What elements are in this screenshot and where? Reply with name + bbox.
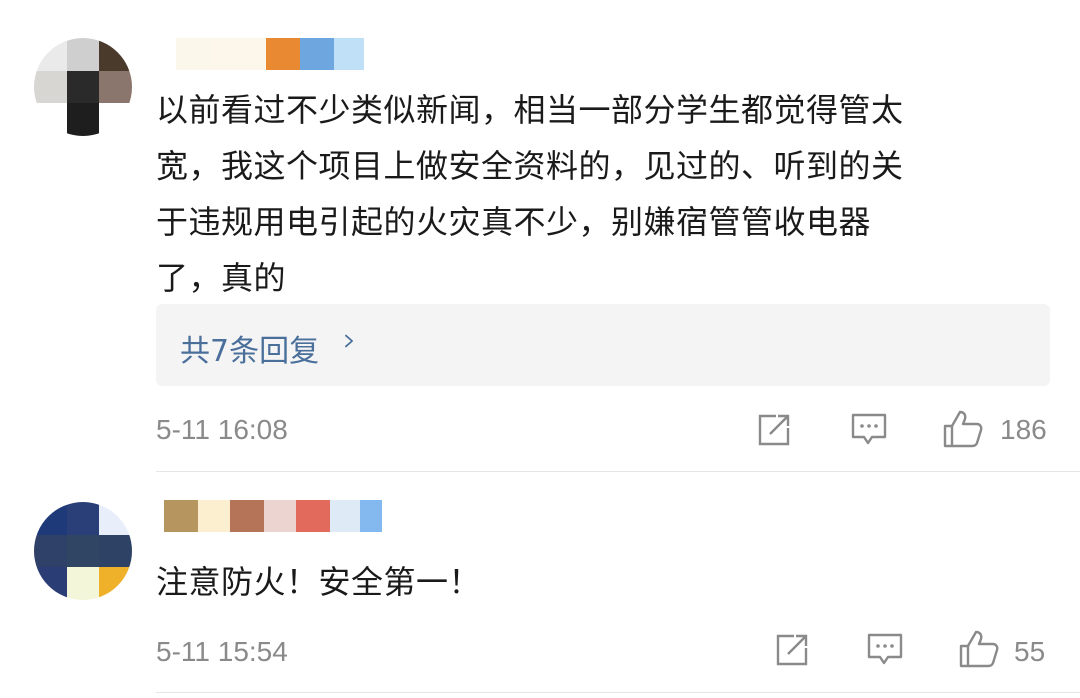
comment-text: 以前看过不少类似新闻，相当一部分学生都觉得管太 宽，我这个项目上做安全资料的，见…	[156, 82, 904, 306]
avatar[interactable]	[34, 38, 132, 136]
like-count: 55	[1014, 636, 1046, 667]
replies-label: 共7条回复	[180, 334, 320, 369]
comment-item: 以前看过不少类似新闻，相当一部分学生都觉得管太 宽，我这个项目上做安全资料的，见…	[0, 0, 1080, 472]
share-icon[interactable]	[756, 412, 792, 448]
chevron-right-icon	[345, 334, 353, 348]
comment-line: 以前看过不少类似新闻，相当一部分学生都觉得管太	[156, 91, 904, 129]
like-count: 186	[1000, 414, 1047, 445]
username[interactable]	[156, 500, 382, 532]
comment-timestamp: 5-11 15:54	[156, 636, 288, 667]
comment-item: 注意防火！安全第一！ 5-11 15:54 55	[0, 472, 1080, 698]
username[interactable]	[156, 38, 364, 70]
thumbs-up-icon[interactable]	[942, 408, 984, 450]
comment-line: 宽，我这个项目上做安全资料的，见过的、听到的关	[156, 147, 904, 185]
replies-link[interactable]: 共7条回复	[156, 304, 1050, 386]
comment-line: 注意防火！安全第一！	[156, 563, 482, 601]
comment-divider	[156, 692, 1080, 693]
comment-timestamp: 5-11 16:08	[156, 414, 288, 445]
avatar[interactable]	[34, 502, 132, 600]
comment-line: 于违规用电引起的火灾真不少，别嫌宿管管收电器	[156, 203, 872, 241]
share-icon[interactable]	[774, 632, 810, 668]
comment-line: 了，真的	[156, 259, 287, 297]
comment-icon[interactable]	[866, 632, 904, 668]
thumbs-up-icon[interactable]	[958, 628, 1000, 670]
comment-icon[interactable]	[850, 412, 888, 448]
comment-text: 注意防火！安全第一！	[156, 554, 481, 610]
